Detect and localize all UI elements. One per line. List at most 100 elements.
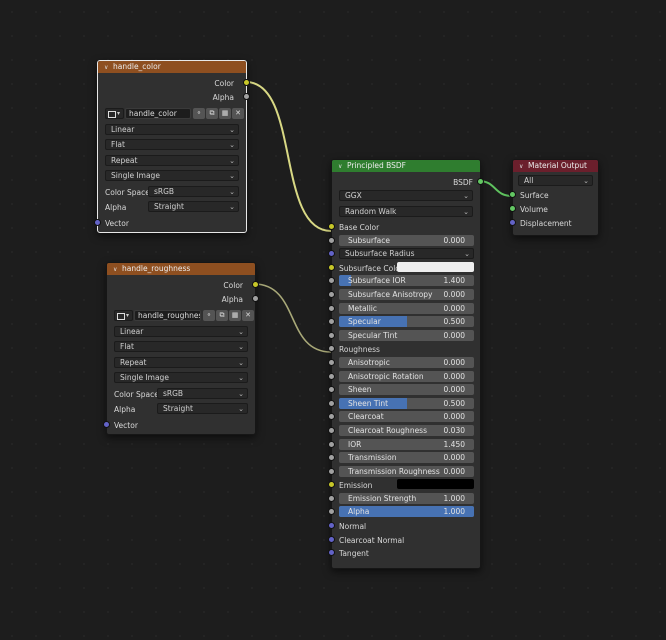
input-clearcoat-normal-socket[interactable] [328,535,335,543]
output-alpha-socket[interactable] [243,93,250,100]
subsurface-color-swatch[interactable] [397,261,474,272]
input-clearcoat-roughness-socket[interactable] [328,426,335,434]
ior-slider[interactable]: IOR 1.450 [339,438,474,450]
alpha-mode-dropdown[interactable]: Straight ⌄ [148,201,239,212]
sheen-slider[interactable]: Sheen 0.000 [339,384,474,396]
duplicate-image-icon[interactable]: ⧉ [206,108,218,119]
input-subsurface-socket[interactable] [328,236,335,244]
input-emission-socket[interactable] [328,481,335,489]
input-normal-socket[interactable] [328,522,335,530]
subsurface-radius-dropdown[interactable]: Subsurface Radius ⌄ [339,248,474,260]
anisotropic-rotation-slider[interactable]: Anisotropic Rotation 0.000 [339,370,474,382]
chevron-down-icon: ⌄ [238,343,244,351]
clearcoat-roughness-slider[interactable]: Clearcoat Roughness 0.030 [339,424,474,436]
interpolation-dropdown[interactable]: Linear ⌄ [105,123,239,135]
input-tangent-socket[interactable] [328,549,335,557]
open-image-folder-icon[interactable]: ▦ [219,108,231,119]
image-texture-node-handle-color[interactable]: ∨ handle_color Color Alpha ▾ handle_color… [94,60,250,233]
input-alpha-socket[interactable] [328,508,335,516]
input-metallic-socket[interactable] [328,304,335,312]
distribution-dropdown[interactable]: GGX ⌄ [339,190,473,201]
input-transmission-socket[interactable] [328,454,335,462]
input-subsurface-color-socket[interactable] [328,263,335,271]
target-dropdown[interactable]: All ⌄ [518,175,593,186]
input-subsurface-radius-socket[interactable] [328,250,335,258]
unlink-close-icon[interactable]: ✕ [232,108,244,119]
input-volume-socket[interactable] [509,205,516,212]
input-anisotropic-rotation-socket[interactable] [328,372,335,380]
input-clearcoat-socket[interactable] [328,413,335,421]
source-value: Single Image [120,373,169,382]
input-ior-socket[interactable] [328,440,335,448]
subsurface-ior-slider[interactable]: Subsurface IOR 1.400 [339,275,474,287]
color-space-dropdown[interactable]: sRGB ⌄ [157,387,248,399]
source-dropdown[interactable]: Single Image ⌄ [114,372,248,383]
input-specular-tint-socket[interactable] [328,331,335,339]
image-name-field[interactable]: handle_roughness [134,310,201,321]
sheen-tint-slider[interactable]: Sheen Tint 0.500 [339,397,474,409]
alpha-mode-dropdown[interactable]: Straight ⌄ [157,403,248,414]
subsurface-slider[interactable]: Subsurface 0.000 [339,234,474,246]
input-vector-socket[interactable] [94,218,101,226]
duplicate-image-icon[interactable]: ⧉ [216,310,228,321]
projection-dropdown[interactable]: Flat ⌄ [114,341,248,352]
anisotropic-slider[interactable]: Anisotropic 0.000 [339,356,474,368]
output-bsdf-socket[interactable] [477,178,484,185]
input-specular-socket[interactable] [328,318,335,326]
input-sheen-tint-socket[interactable] [328,399,335,407]
input-vector-label: Vector [114,420,138,430]
output-alpha-socket[interactable] [252,295,259,302]
alpha-slider[interactable]: Alpha 1.000 [339,506,474,518]
emission-color-swatch[interactable] [397,479,474,490]
input-subsurface-anisotropy-socket[interactable] [328,290,335,298]
input-sheen-socket[interactable] [328,386,335,394]
fake-user-shield-icon[interactable]: ⚬ [203,310,215,321]
image-texture-node-handle-roughness[interactable]: ∨ handle_roughness Color Alpha ▾ handle_r… [103,262,259,435]
open-image-folder-icon[interactable]: ▦ [229,310,241,321]
node-header[interactable]: ∨ Principled BSDF [332,160,480,172]
collapse-chevron-icon[interactable]: ∨ [113,264,122,275]
specular-tint-slider[interactable]: Specular Tint 0.000 [339,329,474,341]
node-header[interactable]: ∨ handle_roughness [107,263,255,275]
metallic-slider[interactable]: Metallic 0.000 [339,302,474,314]
node-header[interactable]: ∨ handle_color [98,61,246,73]
specular-slider[interactable]: Specular 0.500 [339,316,474,328]
clearcoat-slider[interactable]: Clearcoat 0.000 [339,411,474,423]
input-displacement-socket[interactable] [509,219,516,226]
input-emission-strength-socket[interactable] [328,494,335,502]
principled-bsdf-node[interactable]: ∨ Principled BSDF BSDF GGX ⌄ Random Walk ⌄ … [328,159,484,569]
collapse-chevron-icon[interactable]: ∨ [104,62,113,73]
input-surface-socket[interactable] [509,191,516,198]
emission-strength-slider[interactable]: Emission Strength 1.000 [339,492,474,504]
output-color-socket[interactable] [243,79,250,86]
input-vector-socket[interactable] [103,420,110,428]
extension-row: Repeat ⌄ [98,153,246,169]
input-anisotropic-socket[interactable] [328,358,335,366]
image-browse-button[interactable]: ▾ [105,108,124,119]
subsurface-method-dropdown[interactable]: Random Walk ⌄ [339,205,473,217]
image-name-field[interactable]: handle_color [125,108,191,119]
subsurface-anisotropy-slider[interactable]: Subsurface Anisotropy 0.000 [339,288,474,300]
input-base-color-socket[interactable] [328,223,335,230]
input-roughness-socket[interactable] [328,345,335,353]
projection-dropdown[interactable]: Flat ⌄ [105,139,239,150]
transmission-roughness-slider[interactable]: Transmission Roughness 0.000 [339,465,474,477]
collapse-chevron-icon[interactable]: ∨ [338,161,347,172]
extension-dropdown[interactable]: Repeat ⌄ [114,356,248,368]
collapse-chevron-icon[interactable]: ∨ [519,161,528,172]
fake-user-shield-icon[interactable]: ⚬ [193,108,205,119]
transmission-slider[interactable]: Transmission 0.000 [339,452,474,464]
node-header[interactable]: ∨ Material Output [513,160,598,172]
node-editor-canvas[interactable]: ∨ handle_color Color Alpha ▾ handle_color… [0,0,666,640]
interpolation-dropdown[interactable]: Linear ⌄ [114,325,248,337]
input-subsurface-ior-socket[interactable] [328,277,335,285]
output-color-socket[interactable] [252,281,259,288]
image-browse-button[interactable]: ▾ [114,310,133,321]
unlink-close-icon[interactable]: ✕ [242,310,254,321]
color-space-dropdown[interactable]: sRGB ⌄ [148,185,239,197]
input-transmission-roughness-socket[interactable] [328,467,335,475]
source-dropdown[interactable]: Single Image ⌄ [105,170,239,181]
material-output-node[interactable]: ∨ Material Output All ⌄ Surface Volume Dis… [509,159,599,236]
extension-dropdown[interactable]: Repeat ⌄ [105,154,239,166]
color-space-label: Color Space [105,187,150,197]
